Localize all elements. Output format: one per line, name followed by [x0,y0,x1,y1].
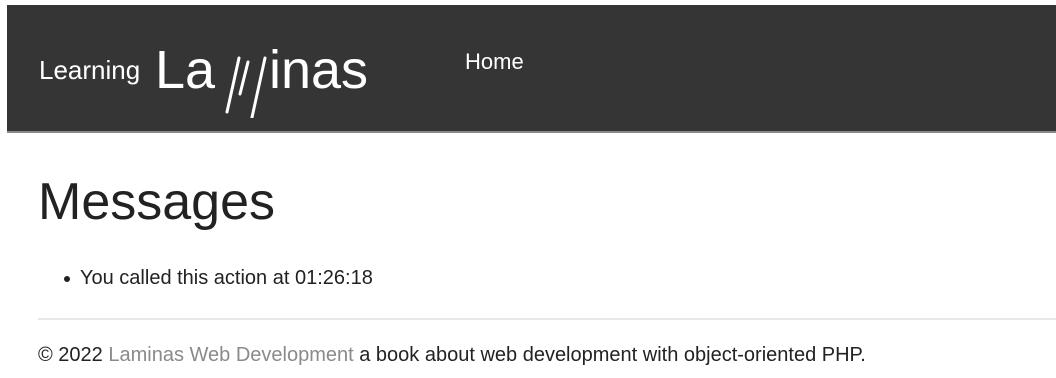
page-title: Messages [38,173,275,231]
laminas-logo: La inas [155,40,368,118]
footer-copyright: © 2022 [38,344,103,366]
message-text: You called this action at 01:26:18 [80,267,373,289]
footer-book-link[interactable]: Laminas Web Development [108,344,353,366]
footer: © 2022 Laminas Web Development a book ab… [38,344,866,367]
svg-text:inas: inas [269,40,368,100]
footer-description: a book about web development with object… [359,344,866,366]
list-item: You called this action at 01:26:18 [64,266,373,290]
brand-prefix: Learning [39,54,141,85]
svg-text:La: La [155,40,216,100]
brand-link[interactable]: Learning La inas [39,5,415,131]
bullet-icon [64,276,70,282]
top-navbar: Learning La inas Home [7,5,1056,133]
nav-home-link[interactable]: Home [465,49,524,75]
footer-divider [38,318,1056,320]
messages-list: You called this action at 01:26:18 [64,266,373,290]
